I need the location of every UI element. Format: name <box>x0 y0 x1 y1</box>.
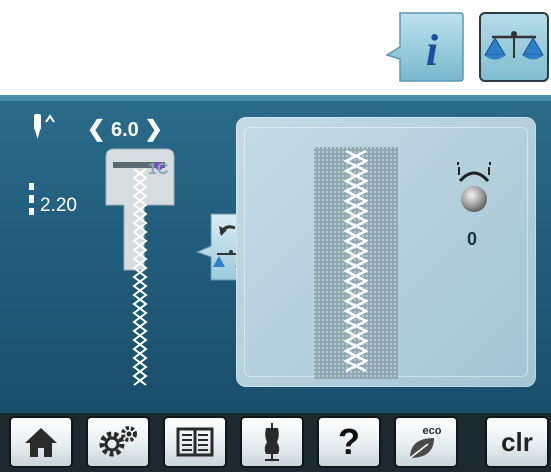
stitch-width-value: 6.0 <box>111 119 139 141</box>
stitch-width-control[interactable]: ❮ 6.0 ❯ <box>87 116 163 142</box>
balance-scale-icon <box>484 31 544 60</box>
book-icon <box>176 427 214 457</box>
needle-position-icon[interactable] <box>30 112 60 142</box>
stitch-pattern-preview <box>314 147 398 379</box>
sewing-screen: ❮ 6.0 ❯ 2.20 1C 0 <box>0 95 551 413</box>
upper-thread-tension-icon[interactable] <box>454 157 494 219</box>
dress-form-icon <box>264 423 280 461</box>
help-label: ? <box>338 421 360 462</box>
screen-top-border <box>0 95 551 101</box>
tutorial-button[interactable] <box>163 416 227 468</box>
home-icon <box>25 428 57 457</box>
svg-text:i: i <box>426 26 439 75</box>
sewing-advisor-button[interactable] <box>240 416 304 468</box>
stitch-length-icon <box>29 183 34 215</box>
presser-foot-number: 1C <box>148 161 169 178</box>
clear-button[interactable]: clr <box>485 416 549 468</box>
increase-width-icon[interactable]: ❯ <box>144 116 162 142</box>
svg-text:eco: eco <box>423 425 442 437</box>
gears-icon <box>99 426 137 457</box>
top-icon-area: i <box>0 0 551 95</box>
eco-button[interactable]: eco <box>394 416 458 468</box>
stitch-preview-panel: 0 <box>236 117 536 387</box>
bottom-toolbar: ? eco clr <box>0 413 551 472</box>
setup-button[interactable] <box>86 416 150 468</box>
presser-foot-indicator[interactable] <box>104 145 194 395</box>
balance-button[interactable] <box>479 12 549 82</box>
eco-leaf-icon: eco <box>409 425 442 459</box>
help-button[interactable]: ? <box>317 416 381 468</box>
stitch-length-value[interactable]: 2.20 <box>40 195 77 217</box>
decrease-width-icon[interactable]: ❮ <box>87 116 105 142</box>
clear-label: clr <box>501 426 533 457</box>
info-button[interactable]: i <box>385 11 464 83</box>
thread-tension-value: 0 <box>466 229 477 249</box>
home-button[interactable] <box>9 416 73 468</box>
info-icon: i <box>385 12 464 82</box>
